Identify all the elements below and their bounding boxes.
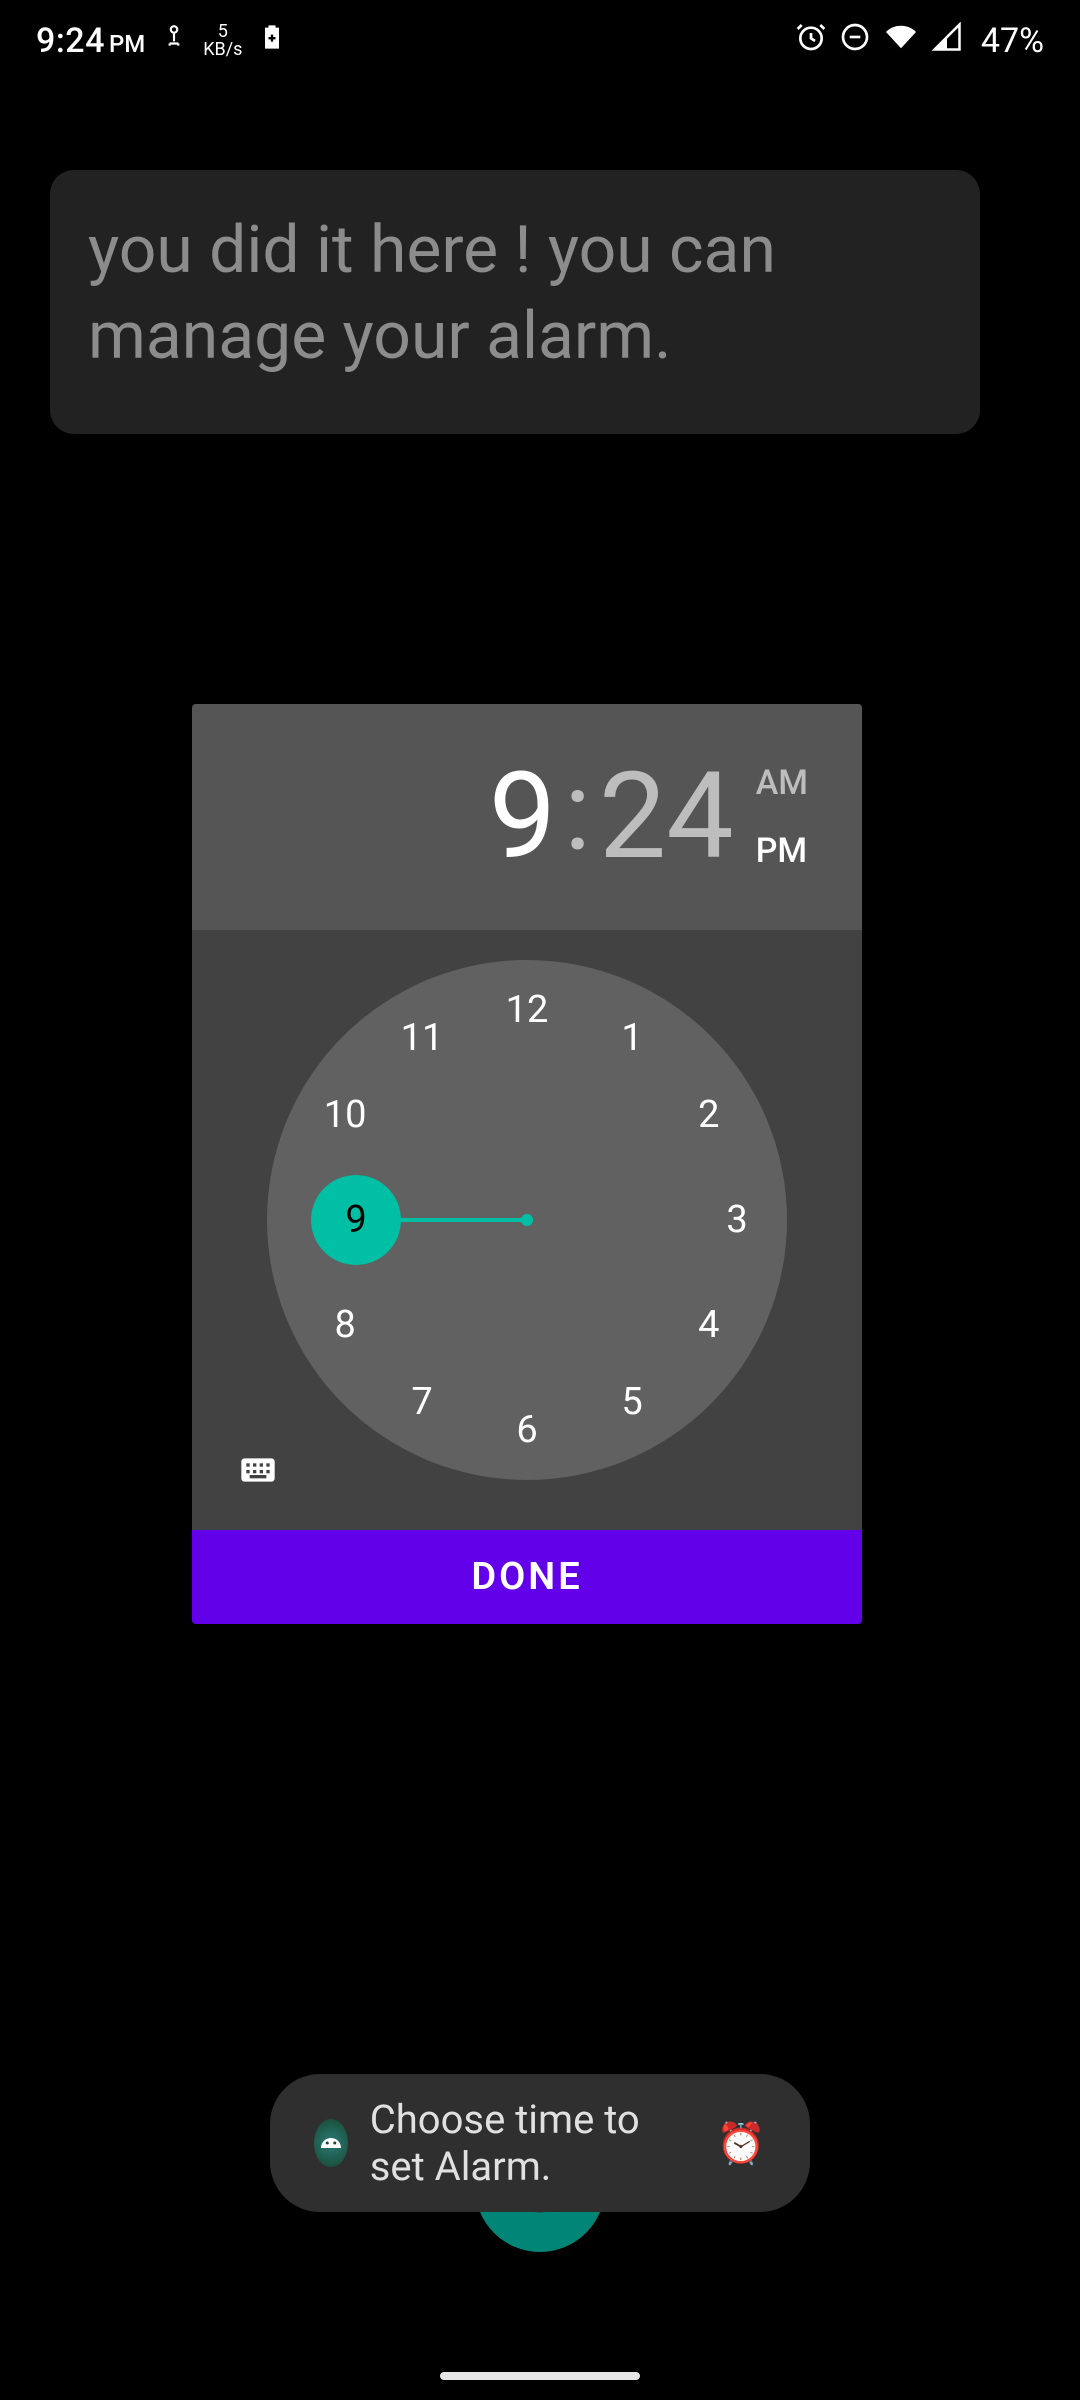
battery-saver-icon [258, 21, 286, 62]
network-speed: 5 KB/s [203, 23, 242, 59]
ampm-toggle: AM PM [756, 763, 808, 871]
hour-5[interactable]: 5 [621, 1380, 642, 1424]
time-picker-header: 9 : 24 AM PM [192, 704, 862, 930]
toast-message: Choose time to set Alarm. ⏰ [270, 2074, 810, 2212]
hour-10[interactable]: 10 [324, 1093, 367, 1137]
android-avatar-icon [314, 2119, 348, 2167]
signal-icon [931, 21, 963, 61]
minute-display[interactable]: 24 [599, 747, 734, 887]
hour-3[interactable]: 3 [726, 1198, 747, 1242]
clock-center [521, 1214, 533, 1226]
time-picker-body: 9 121234567891011 [192, 930, 862, 1530]
wifi-icon [883, 21, 919, 61]
dnd-icon [839, 21, 871, 62]
time-picker-dialog: 9 : 24 AM PM 9 121234567891011 DONE [192, 704, 862, 1624]
hour-12[interactable]: 12 [506, 988, 549, 1032]
status-time: 9:24PM [36, 21, 145, 61]
keyboard-toggle-button[interactable] [228, 1446, 288, 1494]
status-right: 47% [795, 21, 1044, 62]
selected-hour-knob[interactable]: 9 [311, 1175, 401, 1265]
intro-tooltip: you did it here ! you can manage your al… [50, 170, 980, 434]
hour-6[interactable]: 6 [516, 1408, 537, 1452]
time-colon: : [556, 747, 599, 888]
done-button[interactable]: DONE [192, 1530, 862, 1624]
hour-1[interactable]: 1 [621, 1016, 642, 1060]
hour-8[interactable]: 8 [334, 1303, 355, 1347]
status-left: 9:24PM 5 KB/s [36, 21, 286, 62]
toast-text: Choose time to set Alarm. [370, 2096, 694, 2190]
usb-icon [161, 21, 187, 62]
time-display: 9 : 24 [489, 747, 734, 888]
hour-4[interactable]: 4 [698, 1303, 719, 1347]
hour-7[interactable]: 7 [411, 1380, 432, 1424]
gesture-nav-handle[interactable] [440, 2372, 640, 2380]
hour-2[interactable]: 2 [698, 1093, 719, 1137]
battery-percent: 47% [981, 21, 1044, 61]
alarm-clock-emoji: ⏰ [716, 2120, 766, 2167]
alarm-icon [795, 21, 827, 62]
hour-11[interactable]: 11 [401, 1016, 444, 1060]
status-bar: 9:24PM 5 KB/s 47% [0, 0, 1080, 82]
am-button[interactable]: AM [756, 763, 808, 803]
clock-face[interactable]: 9 121234567891011 [267, 960, 787, 1480]
pm-button[interactable]: PM [756, 831, 808, 871]
hour-display[interactable]: 9 [489, 747, 556, 887]
